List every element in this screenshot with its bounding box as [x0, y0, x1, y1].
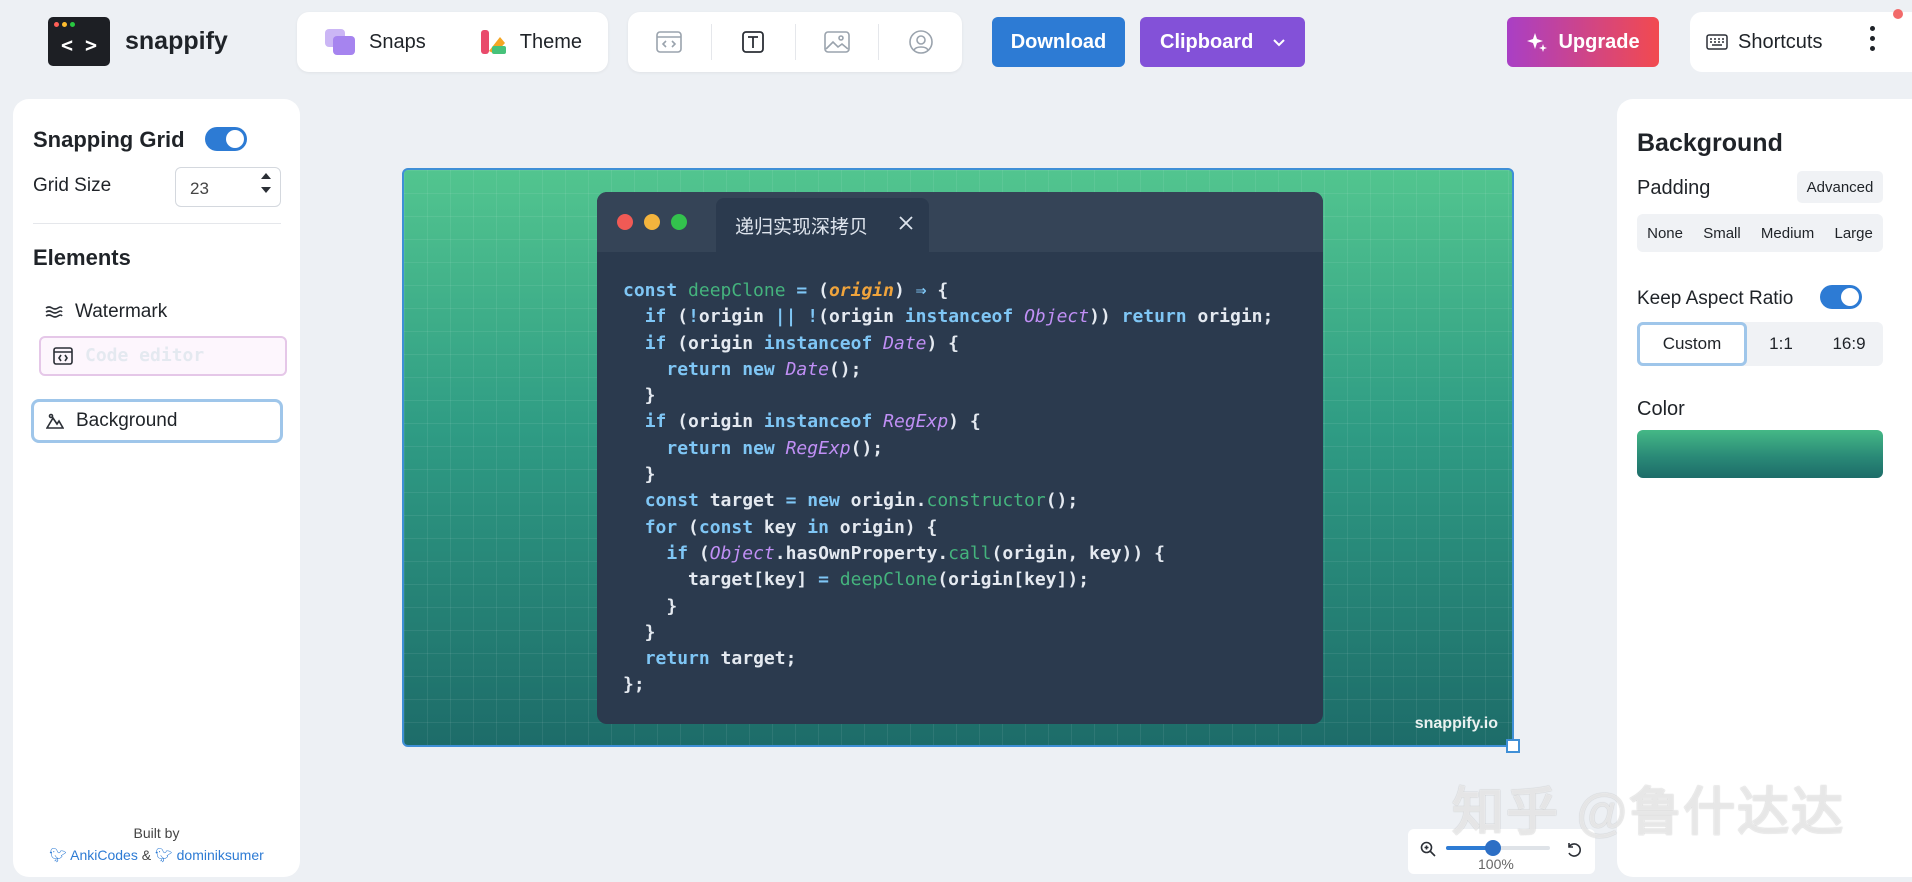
code-editor-header: 递归实现深拷贝	[597, 192, 1323, 252]
color-label: Color	[1637, 398, 1685, 420]
right-panel: Background Padding Advanced None Small M…	[1617, 99, 1912, 877]
close-icon[interactable]	[897, 214, 915, 232]
padding-option-none[interactable]: None	[1643, 225, 1687, 242]
zoom-level: 100%	[1478, 856, 1514, 872]
maximize-dot-icon	[671, 214, 687, 230]
zoom-in-icon[interactable]	[1420, 841, 1436, 857]
user-circle-icon	[908, 30, 933, 54]
main-nav: Snaps Theme	[297, 12, 608, 72]
padding-option-medium[interactable]: Medium	[1757, 225, 1818, 242]
snaps-label: Snaps	[369, 30, 426, 53]
stepper-down-icon[interactable]	[260, 186, 272, 194]
background-title: Background	[1637, 129, 1783, 157]
snapping-grid-title: Snapping Grid	[33, 127, 185, 152]
aspect-option-16-9[interactable]: 16:9	[1815, 334, 1883, 354]
aspect-ratio-label: Keep Aspect Ratio	[1637, 288, 1794, 309]
stepper-up-icon[interactable]	[260, 172, 272, 180]
resize-handle[interactable]	[1506, 739, 1520, 753]
left-panel: Snapping Grid Grid Size 23 Elements Wate…	[13, 99, 300, 877]
close-dot-icon	[617, 214, 633, 230]
element-label: Background	[76, 410, 178, 431]
sparkle-icon	[1527, 33, 1548, 52]
file-tab[interactable]: 递归实现深拷贝	[716, 198, 929, 252]
theme-label: Theme	[519, 30, 582, 53]
built-by-label: Built by	[133, 825, 180, 841]
file-name: 递归实现深拷贝	[735, 216, 869, 238]
padding-label: Padding	[1637, 177, 1711, 199]
author-link-ankicodes[interactable]: AnkiCodes	[70, 847, 138, 863]
element-watermark[interactable]: Watermark	[33, 292, 281, 332]
snap-canvas[interactable]: 递归实现深拷贝 const deepClone = (origin) ⇒ { i…	[402, 168, 1514, 747]
notification-dot	[1893, 9, 1903, 19]
snaps-icon	[325, 29, 355, 55]
twitter-icon: 🐦︎	[154, 847, 173, 863]
author-links: 🐦︎ AnkiCodes & 🐦︎ dominiksumer	[13, 847, 300, 864]
mountain-icon	[46, 413, 64, 429]
code-content[interactable]: const deepClone = (origin) ⇒ { if (!orig…	[623, 278, 1273, 699]
zoom-slider[interactable]	[1446, 840, 1550, 856]
twitter-icon: 🐦︎	[49, 847, 67, 863]
window-controls	[617, 214, 687, 230]
padding-option-large[interactable]: Large	[1831, 225, 1877, 242]
element-code-editor[interactable]: Code editor	[39, 336, 287, 376]
aspect-ratio-toggle[interactable]	[1820, 285, 1862, 309]
insert-avatar-button[interactable]	[879, 12, 962, 72]
element-label: Watermark	[75, 301, 168, 322]
app-logo[interactable]: < > snappify	[48, 17, 228, 66]
element-label: Code editor	[85, 344, 205, 366]
elements-title: Elements	[33, 245, 131, 270]
padding-option-small[interactable]: Small	[1699, 225, 1745, 242]
insert-image-button[interactable]	[795, 12, 878, 72]
snaps-button[interactable]: Snaps	[297, 12, 452, 72]
background-color-swatch[interactable]	[1637, 430, 1883, 478]
divider	[33, 223, 281, 224]
grid-size-label: Grid Size	[33, 175, 112, 196]
code-window-icon	[53, 347, 73, 365]
insert-text-button[interactable]	[712, 12, 795, 72]
clipboard-button[interactable]: Clipboard	[1140, 17, 1305, 67]
keyboard-icon	[1706, 34, 1728, 50]
aspect-option-1-1[interactable]: 1:1	[1747, 334, 1815, 354]
shortcuts-button[interactable]: Shortcuts	[1690, 12, 1912, 72]
download-button[interactable]: Download	[992, 17, 1125, 67]
image-icon	[824, 31, 850, 53]
text-icon	[742, 31, 765, 53]
upgrade-label: Upgrade	[1558, 30, 1640, 53]
upgrade-button[interactable]: Upgrade	[1507, 17, 1659, 67]
grid-size-stepper[interactable]	[260, 172, 272, 194]
theme-button[interactable]: Theme	[452, 12, 608, 72]
insert-code-button[interactable]	[628, 12, 711, 72]
ampersand: &	[141, 847, 152, 863]
aspect-option-custom[interactable]: Custom	[1637, 322, 1747, 366]
watermark-text[interactable]: snappify.io	[1415, 715, 1498, 733]
aspect-ratio-selector: Custom 1:1 16:9	[1637, 322, 1883, 366]
element-background[interactable]: Background	[31, 399, 283, 443]
theme-icon	[480, 30, 506, 54]
logo-icon: < >	[48, 17, 110, 66]
waves-icon	[45, 306, 63, 318]
grid-size-value: 23	[190, 179, 209, 198]
code-editor-window[interactable]: 递归实现深拷贝 const deepClone = (origin) ⇒ { i…	[597, 192, 1323, 724]
overlay-watermark: 知乎 @鲁什达达	[1452, 784, 1846, 842]
clipboard-label: Clipboard	[1160, 30, 1254, 53]
more-menu-icon[interactable]	[1870, 26, 1875, 51]
code-window-icon	[656, 31, 683, 53]
app-name: snappify	[125, 27, 228, 55]
snapping-grid-toggle[interactable]	[205, 127, 247, 151]
insert-toolbar	[628, 12, 962, 72]
chevron-down-icon[interactable]	[1271, 34, 1287, 50]
shortcuts-label: Shortcuts	[1738, 30, 1823, 53]
padding-selector: None Small Medium Large	[1637, 214, 1883, 252]
minimize-dot-icon	[644, 214, 660, 230]
grid-size-input[interactable]: 23	[175, 167, 281, 207]
advanced-button[interactable]: Advanced	[1797, 171, 1883, 203]
author-link-dominiksumer[interactable]: dominiksumer	[177, 847, 264, 863]
